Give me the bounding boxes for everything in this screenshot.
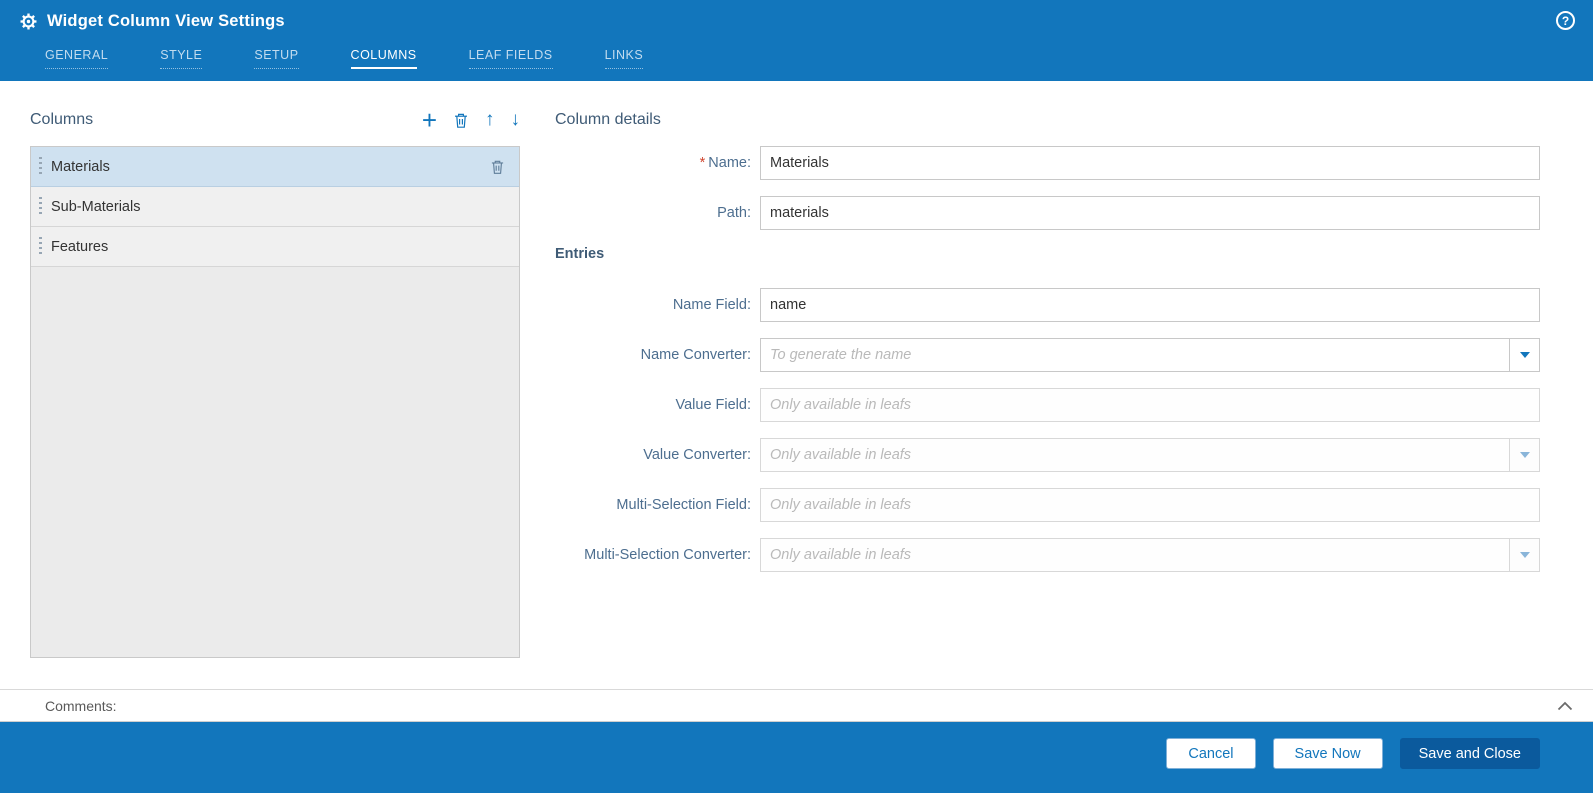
add-column-button[interactable]: + <box>422 110 437 130</box>
chevron-up-icon[interactable] <box>1557 701 1573 711</box>
tab-links[interactable]: LINKS <box>605 48 644 69</box>
cancel-button[interactable]: Cancel <box>1166 738 1255 769</box>
required-marker: * <box>700 155 706 171</box>
title-bar: Widget Column View Settings ? <box>0 0 1593 42</box>
widget-column-view-settings-dialog: Widget Column View Settings ? GENERAL ST… <box>0 0 1593 793</box>
save-and-close-button[interactable]: Save and Close <box>1400 738 1540 769</box>
column-details-title: Column details <box>555 106 1540 134</box>
tab-columns[interactable]: COLUMNS <box>351 48 417 69</box>
value-converter-dropdown-button <box>1509 438 1540 472</box>
move-down-button[interactable]: ↓ <box>511 109 521 131</box>
name-row: *Name: <box>555 146 1540 180</box>
list-item-features[interactable]: Features <box>31 227 519 267</box>
name-label: *Name: <box>555 155 760 171</box>
columns-panel: Columns + ↑ ↓ Materials <box>30 106 520 689</box>
main-content: Columns + ↑ ↓ Materials <box>0 81 1593 689</box>
name-converter-input[interactable] <box>760 338 1510 372</box>
tab-setup[interactable]: SETUP <box>254 48 298 69</box>
list-item-materials[interactable]: Materials <box>31 147 519 187</box>
path-label: Path: <box>555 205 760 221</box>
value-converter-input <box>760 438 1510 472</box>
name-field-label: Name Field: <box>555 297 760 313</box>
value-field-row: Value Field: <box>555 388 1540 422</box>
chevron-down-icon <box>1520 552 1530 558</box>
comments-bar: Comments: <box>0 689 1593 722</box>
move-up-button[interactable]: ↑ <box>485 109 495 131</box>
columns-list: Materials Sub-Materials Features <box>30 146 520 658</box>
columns-toolbar: + ↑ ↓ <box>422 109 520 131</box>
list-item-sub-materials[interactable]: Sub-Materials <box>31 187 519 227</box>
multi-selection-converter-row: Multi-Selection Converter: <box>555 538 1540 572</box>
name-converter-dropdown-button[interactable] <box>1509 338 1540 372</box>
tab-style[interactable]: STYLE <box>160 48 202 69</box>
drag-handle-icon[interactable] <box>39 237 42 257</box>
row-delete-icon[interactable] <box>490 159 505 175</box>
columns-panel-title: Columns <box>30 111 93 129</box>
drag-handle-icon[interactable] <box>39 197 42 217</box>
name-field-input[interactable] <box>760 288 1540 322</box>
list-item-label: Materials <box>51 159 481 175</box>
path-input[interactable] <box>760 196 1540 230</box>
value-field-input <box>760 388 1540 422</box>
gear-icon <box>20 13 37 30</box>
name-converter-row: Name Converter: <box>555 338 1540 372</box>
name-input[interactable] <box>760 146 1540 180</box>
tab-bar: GENERAL STYLE SETUP COLUMNS LEAF FIELDS … <box>0 42 1593 81</box>
name-field-row: Name Field: <box>555 288 1540 322</box>
tab-leaf-fields[interactable]: LEAF FIELDS <box>469 48 553 69</box>
comments-label: Comments: <box>45 698 117 714</box>
entries-section-title: Entries <box>555 246 1540 262</box>
footer: Cancel Save Now Save and Close <box>0 722 1593 793</box>
name-converter-label: Name Converter: <box>555 347 760 363</box>
multi-selection-converter-input <box>760 538 1510 572</box>
list-item-label: Sub-Materials <box>51 199 505 215</box>
value-converter-row: Value Converter: <box>555 438 1540 472</box>
value-converter-label: Value Converter: <box>555 447 760 463</box>
multi-selection-converter-dropdown-button <box>1509 538 1540 572</box>
columns-panel-header: Columns + ↑ ↓ <box>30 106 520 134</box>
column-details-panel: Column details *Name: Path: Entries Name… <box>555 106 1540 689</box>
path-row: Path: <box>555 196 1540 230</box>
chevron-down-icon <box>1520 352 1530 358</box>
save-now-button[interactable]: Save Now <box>1273 738 1383 769</box>
delete-column-button[interactable] <box>453 112 469 129</box>
multi-selection-field-label: Multi-Selection Field: <box>555 497 760 513</box>
multi-selection-field-input <box>760 488 1540 522</box>
tab-general[interactable]: GENERAL <box>45 48 108 69</box>
help-icon[interactable]: ? <box>1556 11 1575 30</box>
value-field-label: Value Field: <box>555 397 760 413</box>
drag-handle-icon[interactable] <box>39 157 42 177</box>
multi-selection-field-row: Multi-Selection Field: <box>555 488 1540 522</box>
header: Widget Column View Settings ? GENERAL ST… <box>0 0 1593 81</box>
dialog-title: Widget Column View Settings <box>47 12 285 31</box>
multi-selection-converter-label: Multi-Selection Converter: <box>555 547 760 563</box>
chevron-down-icon <box>1520 452 1530 458</box>
list-item-label: Features <box>51 239 505 255</box>
